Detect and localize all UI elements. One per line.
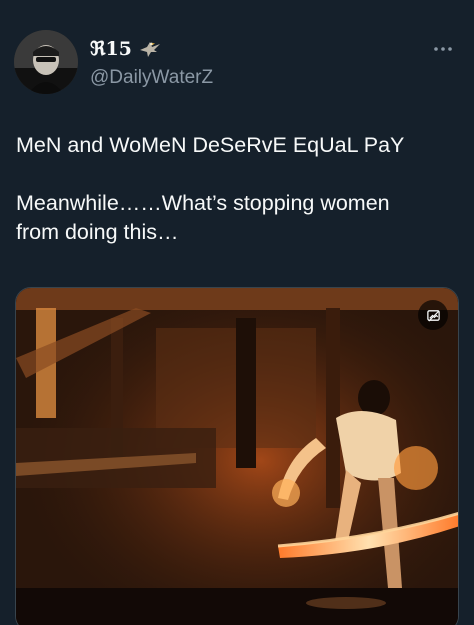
eagle-icon bbox=[138, 38, 162, 60]
author-handle[interactable]: @DailyWaterZ bbox=[90, 67, 213, 89]
tweet-media-video[interactable] bbox=[15, 287, 459, 625]
tweet-card: ℜ15 @DailyWaterZ MeN and WoMeN DeSeRvE E… bbox=[0, 0, 474, 625]
tweet-line-2: Meanwhile……What’s stopping women bbox=[16, 191, 390, 215]
media-settings-icon[interactable] bbox=[418, 300, 448, 330]
author-name-row[interactable]: ℜ15 bbox=[90, 38, 162, 60]
tweet-line-3: from doing this… bbox=[16, 220, 179, 244]
profile-avatar-icon bbox=[14, 30, 78, 94]
avatar[interactable] bbox=[14, 30, 78, 94]
tweet-line-1: MeN and WoMeN DeSeRvE EqUaL PaY bbox=[16, 133, 405, 157]
tweet-text: MeN and WoMeN DeSeRvE EqUaL PaY Meanwhil… bbox=[16, 131, 456, 247]
video-frame bbox=[16, 288, 458, 625]
display-name[interactable]: ℜ15 bbox=[90, 38, 132, 60]
more-options-icon[interactable] bbox=[428, 42, 458, 54]
